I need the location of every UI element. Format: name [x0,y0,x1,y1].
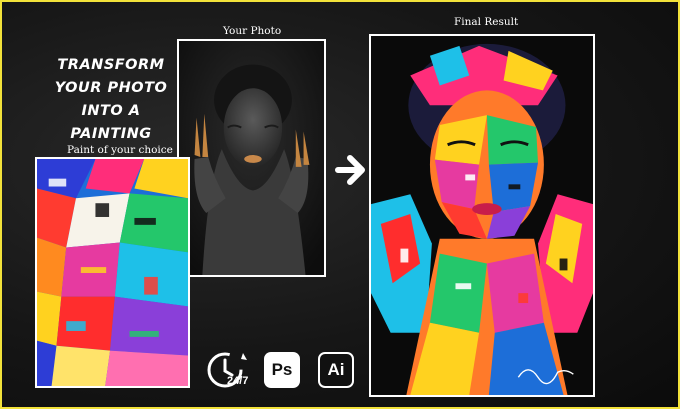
headline-line-1: Transform [57,57,165,73]
illustrator-label: Ai [327,360,345,379]
headline: Transform your photo into a painting [40,54,182,146]
final-result-frame [369,34,595,397]
banner-canvas: Transform your photo into a painting You… [0,0,680,409]
arrow-right-icon [335,155,365,185]
support-label: 24/7 [227,375,249,387]
photoshop-icon: Ps [264,352,300,388]
final-result-image [371,36,593,395]
final-result-caption: Final Result [454,16,519,28]
photoshop-label: Ps [271,360,293,379]
paint-sample-frame [35,157,190,388]
your-photo-image [179,41,324,275]
your-photo-caption: Your Photo [223,25,282,37]
illustrator-icon: Ai [318,352,354,388]
paint-sample-image [37,159,188,386]
headline-line-3: into a painting [70,103,152,142]
paint-caption: Paint of your choice [67,144,173,156]
your-photo-frame [177,39,326,277]
headline-line-2: your photo [54,80,168,96]
